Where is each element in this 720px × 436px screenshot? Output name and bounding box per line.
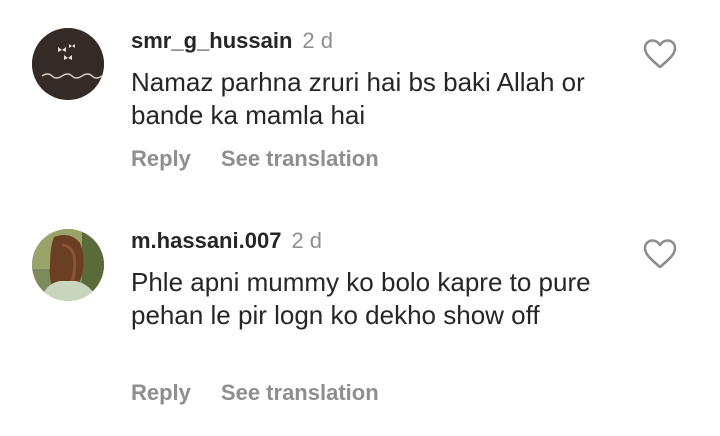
heart-outline-icon	[643, 39, 677, 69]
username[interactable]: m.hassani.007	[131, 228, 281, 253]
avatar-image	[32, 229, 104, 301]
reply-button[interactable]: Reply	[131, 146, 191, 171]
see-translation-button[interactable]: See translation	[221, 146, 379, 171]
reply-button[interactable]: Reply	[131, 380, 191, 405]
like-button[interactable]	[642, 238, 678, 270]
timestamp: 2 d	[291, 228, 323, 253]
like-button[interactable]	[642, 38, 678, 70]
avatar-image	[32, 28, 104, 100]
comment-text: Namaz parhna zruri hai bs baki Allah or …	[131, 67, 585, 130]
see-translation-button[interactable]: See translation	[221, 380, 379, 405]
comment-actions: Reply See translation	[131, 146, 379, 172]
heart-outline-icon	[643, 239, 677, 269]
comment-item: m.hassani.007 2 d Phle apni mummy ko bolo…	[0, 200, 720, 436]
comment-header: smr_g_hussain 2 d	[131, 28, 333, 54]
comment-header: m.hassani.007 2 d	[131, 228, 322, 254]
avatar[interactable]	[32, 28, 104, 100]
username[interactable]: smr_g_hussain	[131, 28, 292, 53]
comment-actions: Reply See translation	[131, 380, 379, 406]
comment-item: smr_g_hussain 2 d Namaz parhna zruri hai …	[0, 0, 720, 200]
avatar[interactable]	[32, 229, 104, 301]
comment-text: Phle apni mummy ko bolo kapre to pure pe…	[131, 267, 591, 330]
timestamp: 2 d	[302, 28, 333, 53]
